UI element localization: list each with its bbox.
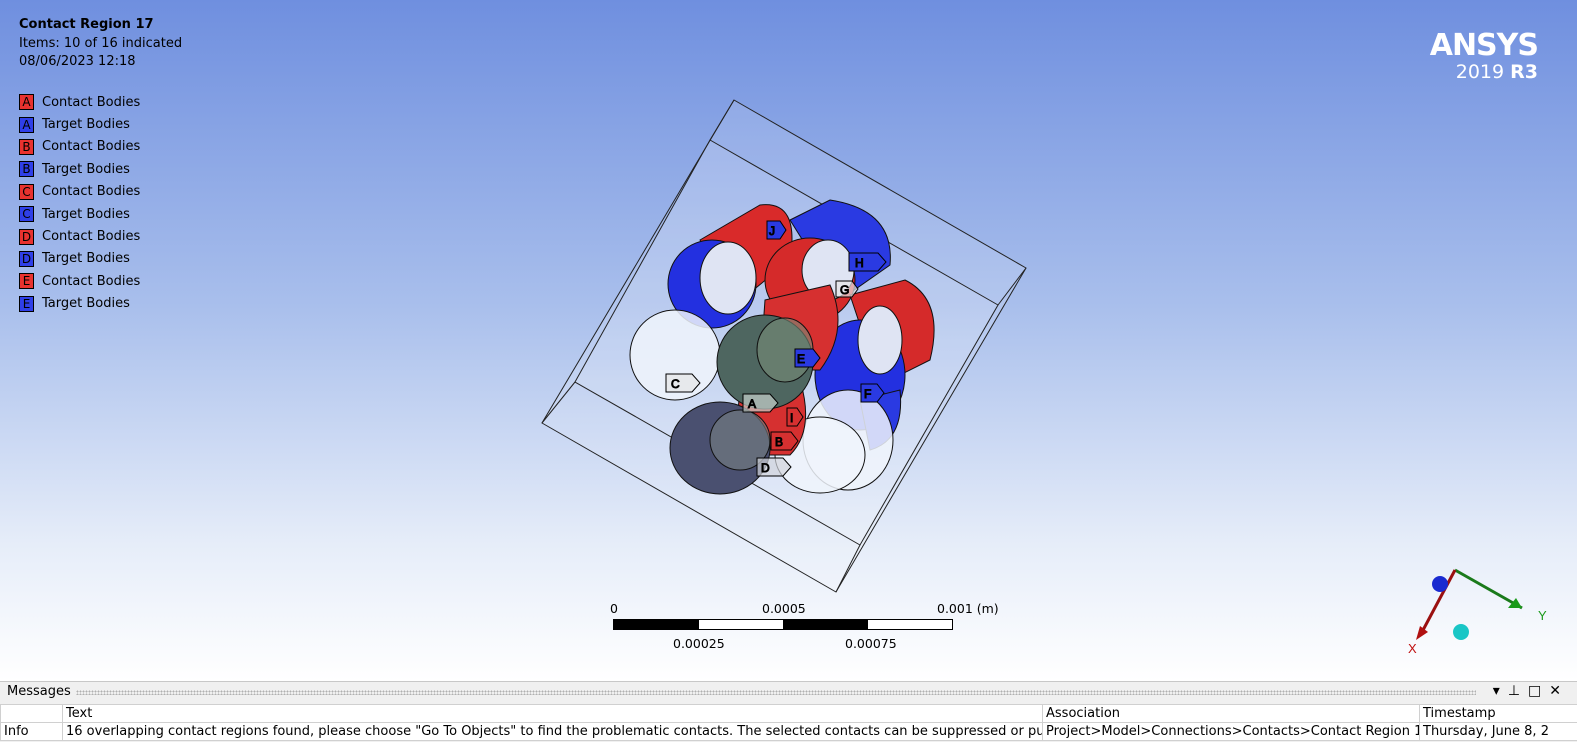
legend-label: Target Bodies: [42, 296, 130, 311]
label-e: E: [797, 352, 805, 366]
legend-swatch: C: [19, 206, 34, 222]
timestamp-text: 08/06/2023 12:18: [19, 53, 182, 72]
maximize-icon[interactable]: □: [1528, 683, 1541, 699]
x-axis-arrow-icon: [1416, 626, 1428, 640]
pin-icon[interactable]: ⊥: [1508, 683, 1520, 699]
ansys-logo: ANSYS 2019 R3: [1430, 30, 1538, 82]
scale-label-max: 0.001 (m): [937, 601, 999, 616]
label-g: G: [840, 283, 849, 297]
z-axis-dot-icon: [1432, 576, 1448, 592]
label-i: I: [790, 411, 793, 425]
model-view[interactable]: J H G E C F A I B D: [0, 0, 1577, 681]
column-text[interactable]: Text: [63, 705, 1043, 723]
y-axis-arrow-icon: [1508, 598, 1522, 608]
legend-swatch: C: [19, 184, 34, 200]
column-association[interactable]: Association: [1043, 705, 1420, 723]
object-title: Contact Region 17: [19, 16, 182, 35]
legend-label: Contact Bodies: [42, 95, 140, 110]
legend-item: A Target Bodies: [19, 113, 140, 135]
label-j: J: [769, 224, 775, 238]
column-timestamp[interactable]: Timestamp: [1420, 705, 1577, 723]
legend-swatch: E: [19, 273, 34, 289]
scale-label-mid: 0.0005: [762, 601, 806, 616]
table-row[interactable]: Info 16 overlapping contact regions foun…: [1, 723, 1577, 741]
legend-item: D Target Bodies: [19, 248, 140, 270]
label-f: F: [864, 387, 871, 401]
legend-swatch: B: [19, 161, 34, 177]
axis-triad[interactable]: Y X: [1400, 560, 1560, 660]
legend-swatch: D: [19, 229, 34, 245]
items-count: Items: 10 of 16 indicated: [19, 35, 182, 54]
column-type[interactable]: [1, 705, 63, 723]
panel-controls: ▾ ⊥ □ ✕: [1493, 683, 1561, 699]
label-b: B: [775, 435, 783, 449]
close-icon[interactable]: ✕: [1549, 683, 1561, 699]
legend-label: Contact Bodies: [42, 229, 140, 244]
object-info: Contact Region 17 Items: 10 of 16 indica…: [19, 16, 182, 72]
legend-swatch: A: [19, 117, 34, 133]
label-d: D: [761, 461, 770, 475]
legend-label: Target Bodies: [42, 162, 130, 177]
legend-item: A Contact Bodies: [19, 91, 140, 113]
table-header: Text Association Timestamp: [1, 705, 1577, 723]
legend-label: Target Bodies: [42, 251, 130, 266]
legend-item: B Target Bodies: [19, 158, 140, 180]
legend-item: E Target Bodies: [19, 293, 140, 315]
row-text: 16 overlapping contact regions found, pl…: [63, 723, 1043, 741]
legend-label: Target Bodies: [42, 207, 130, 222]
legend-label: Contact Bodies: [42, 274, 140, 289]
scale-bar: [613, 619, 953, 630]
legend-item: E Contact Bodies: [19, 270, 140, 292]
legend-item: C Contact Bodies: [19, 181, 140, 203]
messages-title: Messages: [7, 684, 71, 699]
scale-label-three-quarter: 0.00075: [845, 636, 897, 651]
legend-label: Contact Bodies: [42, 184, 140, 199]
logo-brand: ANSYS: [1430, 30, 1538, 62]
legend-swatch: A: [19, 94, 34, 110]
panel-grip[interactable]: [76, 690, 1476, 695]
label-c: C: [671, 377, 680, 391]
row-association: Project>Model>Connections>Contacts>Conta…: [1043, 723, 1420, 741]
graphics-viewport[interactable]: J H G E C F A I B D Contact Region 17 It…: [0, 0, 1577, 681]
legend-swatch: E: [19, 296, 34, 312]
legend: A Contact Bodies A Target Bodies B Contact Bo…: [19, 91, 140, 315]
messages-panel: Messages ▾ ⊥ □ ✕ Text Association Timest…: [0, 681, 1577, 742]
x-axis-label: X: [1408, 641, 1417, 656]
legend-label: Contact Bodies: [42, 139, 140, 154]
isometric-ball-icon[interactable]: [1453, 624, 1469, 640]
label-h: H: [855, 256, 864, 270]
label-a: A: [748, 397, 756, 411]
legend-label: Target Bodies: [42, 117, 130, 132]
legend-item: D Contact Bodies: [19, 225, 140, 247]
scale-label-0: 0: [610, 601, 618, 616]
scale-label-quarter: 0.00025: [673, 636, 725, 651]
legend-item: C Target Bodies: [19, 203, 140, 225]
legend-item: B Contact Bodies: [19, 136, 140, 158]
row-type: Info: [1, 723, 63, 741]
legend-swatch: D: [19, 251, 34, 267]
legend-swatch: B: [19, 139, 34, 155]
messages-table: Text Association Timestamp Info 16 overl…: [0, 704, 1577, 741]
y-axis-label: Y: [1538, 608, 1547, 623]
dropdown-icon[interactable]: ▾: [1493, 683, 1500, 699]
logo-version: 2019 R3: [1430, 62, 1538, 82]
row-timestamp: Thursday, June 8, 2: [1420, 723, 1577, 741]
